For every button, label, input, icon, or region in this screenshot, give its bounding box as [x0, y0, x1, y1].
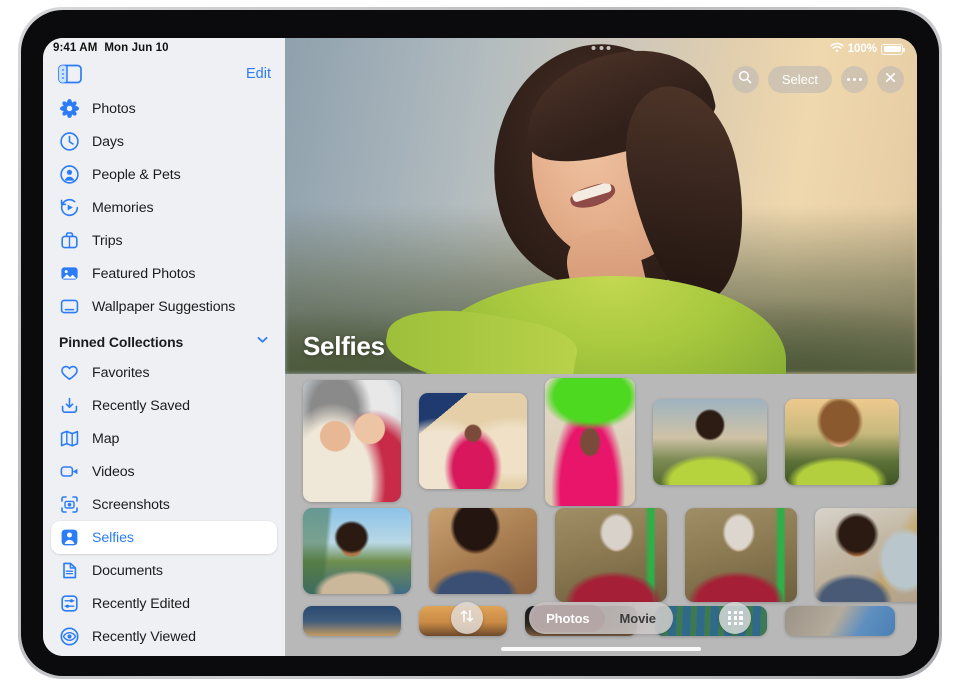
wallpaper-icon — [59, 296, 80, 317]
segment-movie[interactable]: Movie — [605, 605, 671, 632]
sidebar-item-selfies[interactable]: Selfies — [51, 521, 277, 554]
sidebar-item-documents[interactable]: Documents — [51, 554, 277, 587]
sidebar-item-label: Recently Viewed — [92, 629, 196, 645]
photos-flower-icon — [59, 98, 80, 119]
sidebar-item-screenshots[interactable]: Screenshots — [51, 488, 277, 521]
photo-woman-field-sunset[interactable] — [653, 399, 767, 485]
sort-button[interactable] — [451, 602, 483, 634]
bottom-toolbar: Photos Movie — [285, 602, 917, 634]
home-indicator[interactable] — [501, 647, 701, 651]
sidebar-item-recently-viewed[interactable]: Recently Viewed — [51, 620, 277, 653]
photo-woman-green-tarp[interactable] — [545, 378, 635, 506]
sidebar-item-label: Photos — [92, 101, 136, 117]
sidebar-item-videos[interactable]: Videos — [51, 455, 277, 488]
status-date: Mon Jun 10 — [104, 42, 168, 54]
sidebar-item-label: Screenshots — [92, 497, 170, 513]
select-button[interactable]: Select — [768, 66, 832, 93]
edit-button[interactable]: Edit — [246, 66, 271, 82]
pinned-collections-header[interactable]: Pinned Collections — [43, 323, 285, 356]
sidebar-item-days[interactable]: Days — [51, 125, 277, 158]
sidebar: 9:41 AM Mon Jun 10 Edit — [43, 38, 285, 656]
map-icon — [59, 428, 80, 449]
sidebar-primary-list: Photos Days — [43, 92, 285, 323]
photos-movie-segmented-control: Photos Movie — [529, 602, 674, 634]
sidebar-item-map[interactable]: Map — [51, 422, 277, 455]
memories-play-icon — [59, 197, 80, 218]
chevron-down-icon[interactable] — [256, 333, 269, 351]
photo-older-couple[interactable] — [303, 380, 401, 502]
wifi-icon — [830, 42, 844, 56]
person-circle-icon — [59, 164, 80, 185]
sidebar-item-label: Selfies — [92, 530, 134, 546]
photo-woman-red-dress[interactable] — [555, 508, 667, 602]
grid-view-button[interactable] — [719, 602, 751, 634]
sidebar-item-label: Recently Edited — [92, 596, 190, 612]
more-ellipsis-icon — [847, 78, 862, 81]
sidebar-item-label: Map — [92, 431, 119, 447]
sidebar-item-label: Days — [92, 134, 124, 150]
download-tray-icon — [59, 395, 80, 416]
grid-view-icon — [728, 611, 743, 626]
segment-photos[interactable]: Photos — [531, 605, 604, 632]
photo-grid-row — [285, 508, 917, 604]
sidebar-item-label: Favorites — [92, 365, 149, 381]
sidebar-toggle-icon[interactable] — [58, 64, 82, 84]
sliders-icon — [59, 593, 80, 614]
sidebar-pinned-list: Favorites Recently Saved — [43, 356, 285, 653]
search-icon — [738, 70, 752, 89]
main-content: Selfies 100% — [285, 38, 917, 656]
eye-icon — [59, 626, 80, 647]
status-bar-left: 9:41 AM Mon Jun 10 — [53, 42, 169, 54]
photo-grid-row — [285, 378, 917, 506]
close-x-icon — [884, 71, 897, 89]
selfie-person-icon — [59, 527, 80, 548]
search-button[interactable] — [732, 66, 759, 93]
photo-man-gilded-room[interactable] — [815, 508, 917, 602]
main-toolbar: Select — [732, 66, 904, 93]
more-options-button[interactable] — [841, 66, 868, 93]
sidebar-item-featured-photos[interactable]: Featured Photos — [51, 257, 277, 290]
screenshot-icon — [59, 494, 80, 515]
photo-man-pool[interactable] — [303, 508, 411, 594]
sidebar-item-favorites[interactable]: Favorites — [51, 356, 277, 389]
photo-icon — [59, 263, 80, 284]
sidebar-item-recently-saved[interactable]: Recently Saved — [51, 389, 277, 422]
suitcase-icon — [59, 230, 80, 251]
photo-man-denim[interactable] — [429, 508, 537, 594]
photo-woman-canyon[interactable] — [419, 393, 527, 489]
sidebar-item-label: Wallpaper Suggestions — [92, 299, 235, 315]
sidebar-item-label: Memories — [92, 200, 153, 216]
document-icon — [59, 560, 80, 581]
sidebar-item-label: Recently Saved — [92, 398, 190, 414]
battery-percent: 100% — [848, 43, 877, 55]
heart-icon — [59, 362, 80, 383]
ipad-screen: 9:41 AM Mon Jun 10 Edit — [43, 38, 917, 656]
hero-subject — [436, 44, 766, 374]
multitask-handle-icon[interactable] — [592, 46, 611, 50]
status-time: 9:41 AM — [53, 42, 97, 54]
page-title: Selfies — [303, 331, 385, 362]
sidebar-item-recently-edited[interactable]: Recently Edited — [51, 587, 277, 620]
photo-woman-red-dress-2[interactable] — [685, 508, 797, 602]
sidebar-item-label: Videos — [92, 464, 135, 480]
sidebar-item-photos[interactable]: Photos — [51, 92, 277, 125]
sidebar-item-people-pets[interactable]: People & Pets — [51, 158, 277, 191]
sidebar-item-wallpaper-suggestions[interactable]: Wallpaper Suggestions — [51, 290, 277, 323]
clock-icon — [59, 131, 80, 152]
status-bar-right: 100% — [830, 42, 903, 56]
sidebar-item-label: Documents — [92, 563, 163, 579]
sidebar-item-memories[interactable]: Memories — [51, 191, 277, 224]
sidebar-item-trips[interactable]: Trips — [51, 224, 277, 257]
sidebar-item-label: Featured Photos — [92, 266, 195, 282]
section-title: Pinned Collections — [59, 334, 183, 350]
close-button[interactable] — [877, 66, 904, 93]
sort-arrows-icon — [459, 608, 475, 629]
battery-icon — [881, 44, 903, 55]
video-camera-icon — [59, 461, 80, 482]
sidebar-item-label: Trips — [92, 233, 123, 249]
photo-curly-hair-person[interactable] — [785, 399, 899, 485]
sidebar-item-label: People & Pets — [92, 167, 181, 183]
